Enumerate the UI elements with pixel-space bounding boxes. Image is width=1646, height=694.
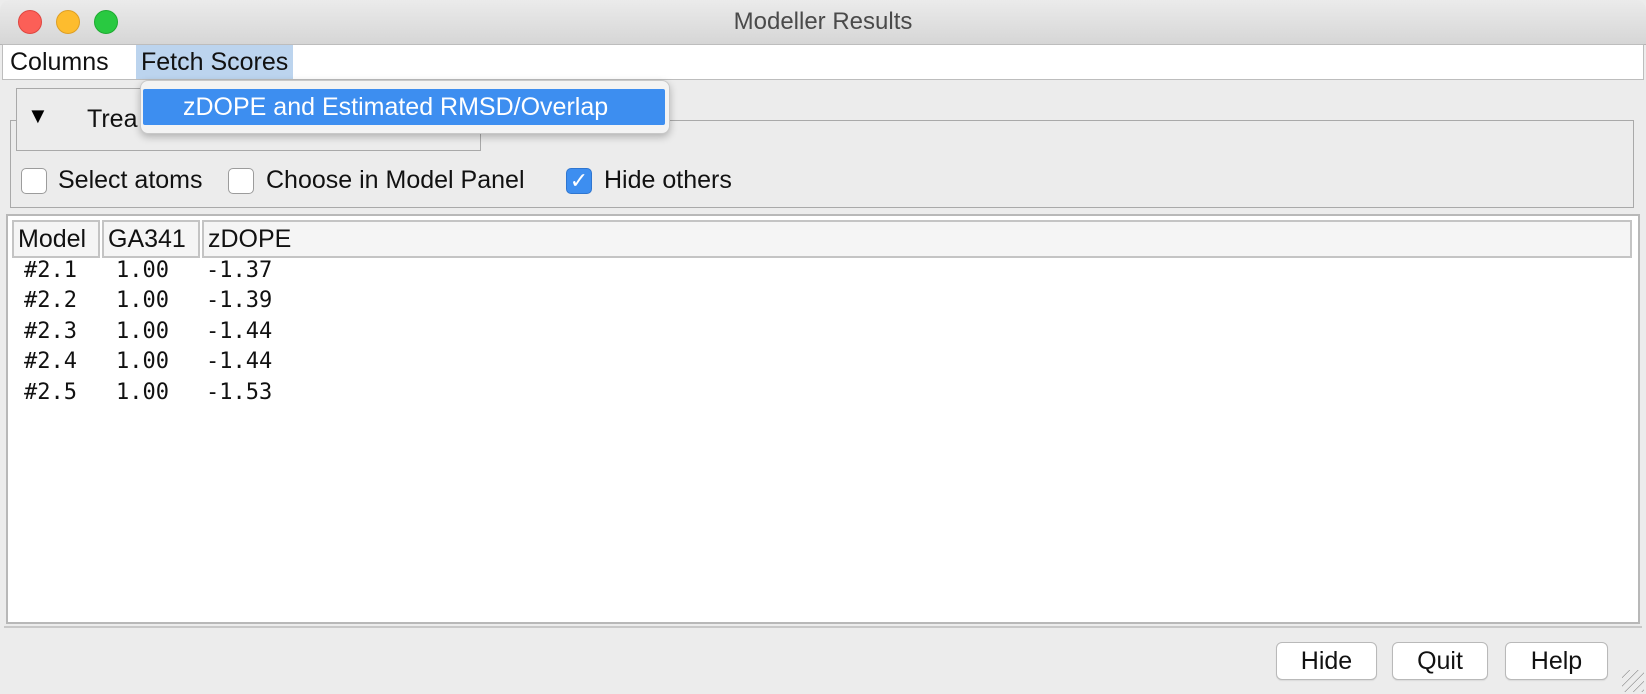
cell-model: #2.3 [24,319,77,344]
cell-zdope: -1.53 [206,380,273,405]
cell-zdope: -1.39 [206,288,273,313]
title-bar[interactable]: Modeller Results [0,0,1646,45]
cell-ga341: 1.00 [116,349,169,374]
cell-model: #2.2 [24,288,77,313]
hide-others-checkbox[interactable]: ✓ [566,168,592,194]
cell-ga341: 1.00 [116,380,169,405]
choose-in-model-panel-label: Choose in Model Panel [266,166,525,194]
select-atoms-checkbox[interactable] [21,168,47,194]
help-button[interactable]: Help [1505,642,1608,680]
option-select-atoms[interactable]: Select atoms [20,166,220,200]
resize-grip-icon[interactable] [1622,670,1644,692]
divider [4,626,1642,628]
cell-model: #2.1 [24,258,77,283]
hide-others-label: Hide others [604,166,732,194]
fetch-scores-dropdown: zDOPE and Estimated RMSD/Overlap [140,80,670,134]
column-header-ga341[interactable]: GA341 [102,220,200,258]
menu-columns[interactable]: Columns [5,45,114,79]
choose-in-model-panel-checkbox[interactable] [228,168,254,194]
cell-ga341: 1.00 [116,258,169,283]
triangle-down-icon[interactable]: ▼ [27,103,49,129]
hide-button[interactable]: Hide [1276,642,1377,680]
checkmark-icon: ✓ [569,168,589,193]
menu-item-zdope-estimated-rmsd[interactable]: zDOPE and Estimated RMSD/Overlap [143,89,665,125]
option-hide-others[interactable]: ✓ Hide others [566,166,746,200]
modeller-results-window: Modeller Results Columns Fetch Scores ▼ … [0,0,1646,694]
option-choose-in-model-panel[interactable]: Choose in Model Panel [228,166,538,200]
menu-fetch-scores[interactable]: Fetch Scores [136,45,294,79]
cell-ga341: 1.00 [116,288,169,313]
menubar: Columns Fetch Scores [2,44,1644,80]
results-table[interactable]: Model GA341 zDOPE #2.1 1.00 -1.37 #2.2 1… [6,214,1640,624]
cell-ga341: 1.00 [116,319,169,344]
column-header-model[interactable]: Model [12,220,100,258]
treatment-label: Trea [87,105,138,133]
select-atoms-label: Select atoms [58,166,203,194]
cell-zdope: -1.44 [206,319,273,344]
quit-button[interactable]: Quit [1392,642,1488,680]
cell-zdope: -1.44 [206,349,273,374]
cell-model: #2.4 [24,349,77,374]
column-header-zdope[interactable]: zDOPE [202,220,1632,258]
cell-zdope: -1.37 [206,258,273,283]
window-title: Modeller Results [733,8,913,35]
cell-model: #2.5 [24,380,77,405]
